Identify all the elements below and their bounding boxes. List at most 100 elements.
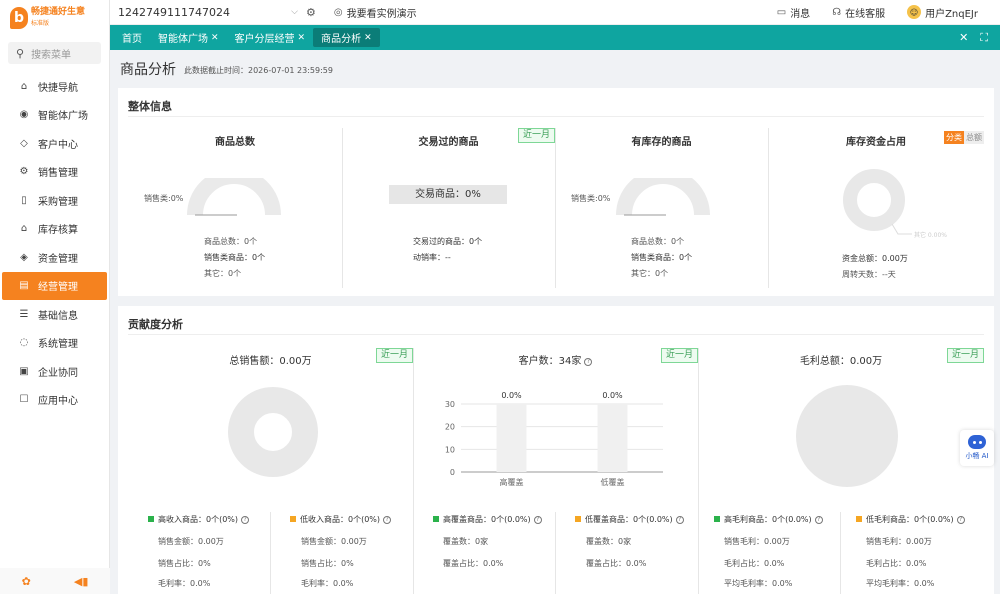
online-service-button[interactable]: ☊ 在线客服	[832, 5, 885, 20]
help-icon[interactable]: ?	[675, 516, 684, 524]
menu-search-placeholder: 搜索菜单	[31, 49, 72, 61]
product-total-title: 商品总数	[215, 137, 255, 148]
low-margin-rate: 平均毛利率：0.0%	[866, 579, 935, 588]
gear-icon[interactable]: ⚙	[306, 6, 316, 19]
sidebar-item-label: 库存核算	[38, 225, 78, 237]
tenant-id: 1242749111747024	[118, 5, 230, 19]
tab[interactable]: 智能体广场 ✕	[150, 28, 227, 47]
inventory-capital-panel: 库存资金占用 分类 总额 其它 0.00% 资金总额：0.00万 周转天数：--…	[768, 128, 984, 288]
stat-turnover-rate: 动销率：--	[413, 253, 451, 262]
stat-other-products: 其它：0个	[204, 269, 242, 278]
robot-icon	[968, 435, 986, 449]
capital-view-toggle[interactable]: 分类 总额	[944, 131, 984, 144]
sidebar-item[interactable]: ▣ 企业协同	[0, 357, 109, 386]
sidebar-item[interactable]: ⌂ 库存核算	[0, 215, 109, 244]
help-icon[interactable]: ?	[383, 516, 392, 524]
sidebar-item[interactable]: ▤ 经营管理	[2, 271, 107, 300]
profit-period-badge[interactable]: 近一月	[946, 348, 984, 363]
tab-label: 智能体广场	[158, 34, 208, 45]
low-coverage-count: 覆盖数：0家	[586, 537, 632, 546]
help-icon[interactable]: ?	[241, 516, 250, 524]
y-tick-label: 0	[450, 468, 455, 477]
close-icon[interactable]: ✕	[298, 33, 306, 43]
close-all-tabs-icon[interactable]: ✕	[959, 31, 968, 44]
customer-period-badge[interactable]: 近一月	[660, 348, 698, 363]
logo-mark: b	[10, 7, 28, 29]
sales-period-badge[interactable]: 近一月	[375, 348, 413, 363]
high-coverage-label: 高覆盖商品：0个(0.0%)?	[433, 514, 542, 525]
x-tick-label: 低覆盖	[601, 477, 625, 486]
profit-pie	[796, 385, 898, 487]
sidebar-item-label: 客户中心	[38, 139, 78, 151]
page-title: 商品分析	[120, 62, 176, 78]
y-tick-label: 20	[445, 423, 455, 432]
overview-card: 整体信息 商品总数 销售类:0% 商品总数：0个 销售类商品：0个 其它：0个 …	[118, 88, 994, 296]
sales-donut	[228, 387, 318, 477]
diamond-icon: ◇	[20, 137, 28, 149]
bar-background	[597, 404, 628, 472]
sidebar-menu: ⌂ 快捷导航 ◉ 智能体广场 ◇ 客户中心 ⚙ 销售管理 ▯ 采购管理 ⌂ 库存核算 ◈ 资金管理 ▤ 经营管…	[0, 72, 109, 414]
demo-link[interactable]: ◎ 我要看实例演示	[334, 5, 417, 20]
bar-background	[496, 404, 527, 472]
help-icon[interactable]: ?	[533, 516, 542, 524]
sidebar-item[interactable]: ◇ 客户中心	[0, 129, 109, 158]
close-icon[interactable]: ✕	[211, 33, 219, 43]
sidebar-item[interactable]: ◌ 系统管理	[0, 329, 109, 358]
collaboration-icon: ▣	[19, 365, 29, 377]
sidebar-item-label: 应用中心	[38, 396, 78, 408]
high-margin-rate: 平均毛利率：0.0%	[724, 579, 793, 588]
contribution-card: 贡献度分析 总销售额：0.00万 近一月 高收入商品：0个(0%)? 销售金额：…	[118, 306, 994, 594]
y-tick-label: 30	[445, 400, 455, 409]
toggle-category[interactable]: 分类	[944, 131, 964, 144]
toggle-total[interactable]: 总额	[964, 131, 984, 144]
sidebar-item[interactable]: ⚙ 销售管理	[0, 158, 109, 187]
ai-assistant-button[interactable]: 小畅 AI	[960, 430, 994, 466]
product-total-gauge	[187, 178, 281, 216]
help-icon[interactable]: ?	[956, 516, 965, 524]
menu-search-input[interactable]: ⚲ 搜索菜单	[8, 42, 101, 64]
sidebar-item[interactable]: ⌂ 快捷导航	[0, 72, 109, 101]
tab-label: 客户分层经营	[234, 34, 295, 45]
tab-label: 商品分析	[321, 34, 362, 45]
close-icon[interactable]: ✕	[364, 33, 372, 43]
sidebar-item-label: 采购管理	[38, 196, 78, 208]
help-icon[interactable]: ?	[584, 358, 593, 366]
data-cutoff-time: 此数据截止时间：2026-07-01 23:59:59	[184, 66, 333, 75]
high-margin-share: 毛利占比：0.0%	[724, 559, 785, 568]
low-income-sales: 销售金额：0.00万	[301, 537, 367, 546]
money-icon: ◈	[20, 251, 28, 263]
help-icon[interactable]: ?	[814, 516, 823, 524]
high-coverage-count: 覆盖数：0家	[443, 537, 489, 546]
high-income-sales: 销售金额：0.00万	[158, 537, 224, 546]
profit-contribution-panel: 毛利总额：0.00万 近一月 高毛利商品：0个(0.0%)? 销售毛利：0.00…	[698, 346, 984, 594]
warehouse-icon: ⌂	[20, 223, 28, 235]
sidebar-item[interactable]: ☐ 应用中心	[0, 386, 109, 415]
main-content: 商品分析 此数据截止时间：2026-07-01 23:59:59 整体信息 商品…	[110, 50, 1000, 594]
tab[interactable]: 首页	[114, 28, 150, 47]
low-margin-share: 毛利占比：0.0%	[866, 559, 927, 568]
stocked-products-panel: 有库存的商品 销售类:0% 商品总数：0个 销售类商品：0个 其它：0个	[555, 128, 768, 288]
low-coverage-label: 低覆盖商品：0个(0.0%)?	[575, 514, 684, 525]
sidebar-item[interactable]: ▯ 采购管理	[0, 186, 109, 215]
user-menu[interactable]: ☺ 用户ZnqEJr	[907, 5, 978, 20]
sidebar-item[interactable]: ◉ 智能体广场	[0, 101, 109, 130]
tab[interactable]: 商品分析 ✕	[313, 28, 380, 47]
messages-button[interactable]: ▭ 消息	[777, 5, 810, 20]
coverage-bar-chart: 0 10 20 30 0.0% 高覆盖 0.0% 低覆盖	[445, 391, 663, 486]
low-income-share: 销售占比：0%	[301, 559, 354, 568]
chevron-down-icon: ⌵	[291, 7, 298, 17]
tab[interactable]: 客户分层经营 ✕	[227, 28, 314, 47]
sidebar-item[interactable]: ◈ 资金管理	[0, 243, 109, 272]
high-margin-label: 高毛利商品：0个(0.0%)?	[714, 514, 823, 525]
logo[interactable]: b 畅捷通好生意 标准版	[0, 0, 109, 36]
high-income-margin: 毛利率：0.0%	[158, 579, 211, 588]
period-badge[interactable]: 近一月	[517, 128, 555, 143]
tenant-select[interactable]: 1242749111747024 ⌵	[118, 4, 298, 21]
sidebar: b 畅捷通好生意 标准版 ⚲ 搜索菜单 ⌂ 快捷导航 ◉ 智能体广场 ◇ 客户中心 ⚙ 销售管…	[0, 0, 110, 594]
settings-icon[interactable]: ✿	[22, 575, 31, 588]
overview-title: 整体信息	[128, 100, 172, 113]
fullscreen-icon[interactable]: ⛶	[980, 31, 988, 45]
sidebar-item-label: 基础信息	[38, 310, 78, 322]
sidebar-item[interactable]: ☰ 基础信息	[0, 300, 109, 329]
collapse-sidebar-icon[interactable]: ◀▮	[74, 575, 89, 588]
